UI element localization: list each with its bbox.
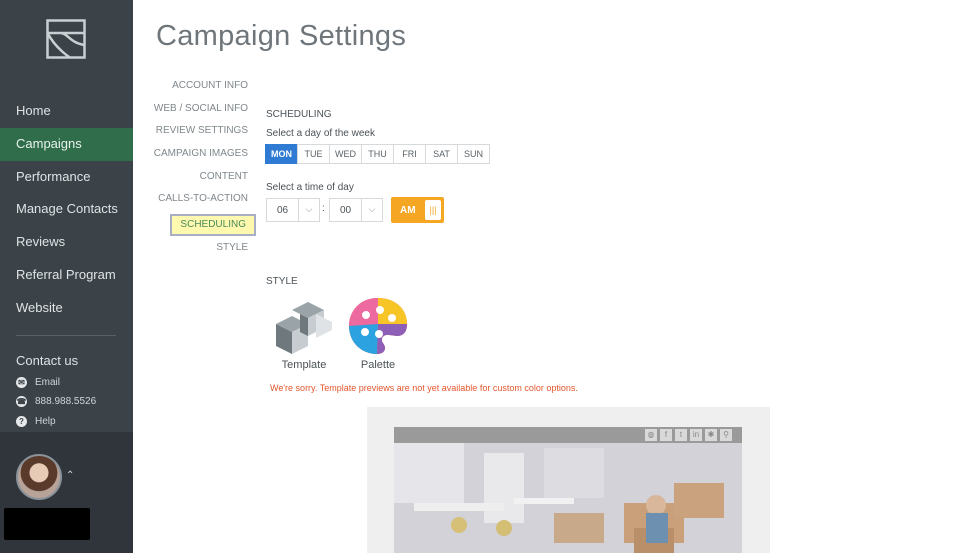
preview-social-icons: ◍ f t in ✱ ⚲ <box>645 429 732 441</box>
nav-item-campaigns[interactable]: Campaigns <box>0 127 133 161</box>
brand-logo-icon[interactable] <box>46 19 86 59</box>
sidebar-divider <box>16 335 116 336</box>
style-heading: STYLE <box>266 276 298 287</box>
template-icon <box>276 302 332 354</box>
minute-select[interactable]: 00 ⌵ <box>329 198 383 222</box>
nav-item-website[interactable]: Website <box>0 292 133 325</box>
template-label: Template <box>281 359 327 371</box>
chevron-up-icon[interactable]: ⌃ <box>66 470 74 481</box>
page-title: Campaign Settings <box>156 20 407 52</box>
user-menu[interactable]: ⌃ <box>0 432 133 553</box>
nav-item-home[interactable]: Home <box>0 95 133 128</box>
nav-item-performance[interactable]: Performance <box>0 161 133 194</box>
contact-us-heading: Contact us <box>16 353 79 368</box>
time-of-day-label: Select a time of day <box>266 182 354 193</box>
hour-value: 06 <box>276 204 289 216</box>
day-of-week-selector: MON TUE WED THU FRI SAT SUN <box>265 144 490 164</box>
toggle-handle-icon[interactable]: ||| <box>425 200 441 220</box>
redacted-username <box>4 508 90 540</box>
globe-icon: ◍ <box>645 429 657 441</box>
day-tue-button[interactable]: TUE <box>297 144 330 164</box>
help-label: Help <box>35 416 56 427</box>
facebook-icon: f <box>660 429 672 441</box>
scheduling-heading: SCHEDULING <box>266 109 332 120</box>
palette-icon <box>349 298 407 354</box>
preview-hero-image <box>394 443 742 553</box>
phone-number: 888.988.5526 <box>35 396 97 407</box>
chevron-down-icon[interactable]: ⌵ <box>298 199 319 221</box>
subnav-account-info[interactable]: ACCOUNT INFO <box>150 78 248 101</box>
template-preview: ◍ f t in ✱ ⚲ <box>367 407 770 553</box>
day-of-week-label: Select a day of the week <box>266 128 375 139</box>
email-icon: ✉ <box>16 377 27 388</box>
phone-icon: ☎ <box>16 396 27 407</box>
chevron-down-icon[interactable]: ⌵ <box>361 199 382 221</box>
day-sun-button[interactable]: SUN <box>457 144 490 164</box>
subnav-content[interactable]: CONTENT <box>150 169 248 192</box>
palette-option[interactable]: Palette <box>346 296 410 371</box>
help-icon: ? <box>16 416 27 427</box>
nav-item-reviews[interactable]: Reviews <box>0 226 133 259</box>
settings-subnav: ACCOUNT INFO WEB / SOCIAL INFO REVIEW SE… <box>150 78 256 263</box>
map-pin-icon: ⚲ <box>720 429 732 441</box>
hour-select[interactable]: 06 ⌵ <box>266 198 320 222</box>
subnav-review-settings[interactable]: REVIEW SETTINGS <box>150 123 248 146</box>
subnav-style[interactable]: STYLE <box>150 240 248 263</box>
yelp-icon: ✱ <box>705 429 717 441</box>
subnav-web-social-info[interactable]: WEB / SOCIAL INFO <box>150 101 248 124</box>
template-preview-error: We're sorry. Template previews are not y… <box>270 383 578 393</box>
day-fri-button[interactable]: FRI <box>393 144 426 164</box>
twitter-icon: t <box>675 429 687 441</box>
palette-label: Palette <box>360 359 396 371</box>
nav-item-referral-program[interactable]: Referral Program <box>0 259 133 292</box>
day-thu-button[interactable]: THU <box>361 144 394 164</box>
email-label: Email <box>35 377 61 388</box>
minute-value: 00 <box>339 204 352 216</box>
subnav-scheduling[interactable]: SCHEDULING <box>170 214 256 237</box>
preview-header-bar: ◍ f t in ✱ ⚲ <box>394 427 742 443</box>
main-nav: Home Campaigns Performance Manage Contac… <box>0 95 133 325</box>
office-photo-icon <box>394 443 742 553</box>
am-pm-toggle[interactable]: AM ||| <box>391 197 444 223</box>
day-mon-button[interactable]: MON <box>265 144 298 164</box>
template-option[interactable]: Template <box>270 296 338 371</box>
time-separator: : <box>322 203 325 214</box>
day-wed-button[interactable]: WED <box>329 144 362 164</box>
subnav-calls-to-action[interactable]: CALLS-TO-ACTION <box>150 191 248 214</box>
day-sat-button[interactable]: SAT <box>425 144 458 164</box>
sidebar: Home Campaigns Performance Manage Contac… <box>0 0 133 553</box>
am-pm-label: AM <box>400 204 416 216</box>
subnav-campaign-images[interactable]: CAMPAIGN IMAGES <box>150 146 248 169</box>
linkedin-icon: in <box>690 429 702 441</box>
phone-link[interactable]: ☎ 888.988.5526 <box>16 396 96 407</box>
email-link[interactable]: ✉ Email <box>16 377 60 388</box>
help-link[interactable]: ? Help <box>16 416 56 427</box>
nav-item-manage-contacts[interactable]: Manage Contacts <box>0 193 133 226</box>
avatar[interactable] <box>16 454 62 500</box>
